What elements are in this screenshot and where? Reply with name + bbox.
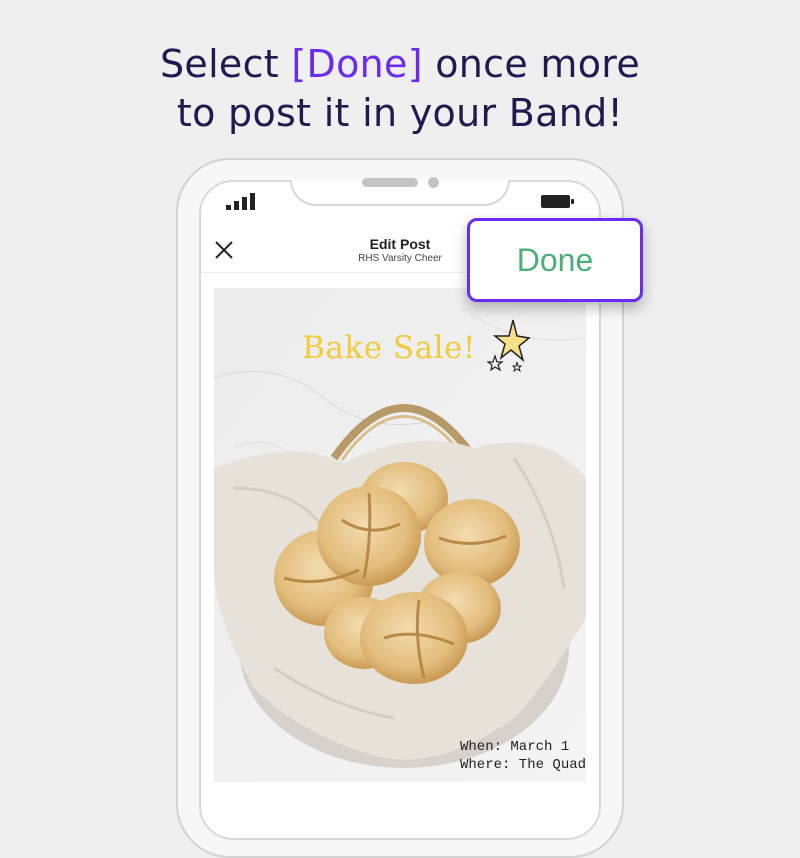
instruction-text-after: once more: [422, 42, 641, 86]
instruction-line-2: to post it in your Band!: [176, 91, 624, 135]
close-icon[interactable]: [214, 240, 234, 260]
instruction-line-1: Select [Done] once more: [0, 42, 800, 86]
event-when: When: March 1: [460, 739, 570, 755]
phone-camera: [428, 177, 439, 188]
battery-icon: [541, 195, 574, 208]
signal-icon: [226, 193, 255, 210]
event-where: Where: The Quad: [460, 757, 587, 773]
star-doodle-icon: [487, 319, 531, 373]
phone-speaker: [362, 178, 418, 187]
done-button[interactable]: Done: [467, 218, 643, 302]
instruction-text-before: Select: [159, 42, 292, 86]
instruction-highlight: [Done]: [291, 42, 423, 86]
event-details: When: March 1 Where: The Quad: [460, 738, 586, 774]
